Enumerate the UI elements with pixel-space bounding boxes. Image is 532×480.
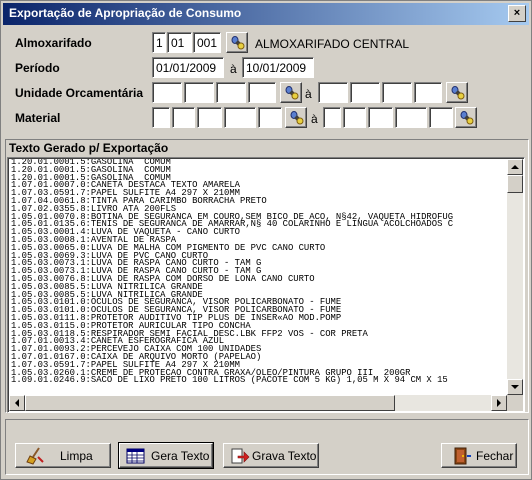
- binoculars-icon: [290, 111, 304, 125]
- title-bar: Exportação de Apropriação de Consumo ×: [3, 3, 529, 25]
- limpa-button-label: Limpa: [60, 449, 93, 463]
- almoxarifado-code1-field[interactable]: 1: [152, 32, 166, 53]
- material-label: Material: [15, 111, 61, 125]
- scroll-down-button[interactable]: [507, 379, 523, 395]
- periodo-separator: à: [230, 62, 237, 76]
- unidade-to-field-4[interactable]: [414, 82, 442, 103]
- periodo-label: Período: [15, 61, 60, 75]
- binoculars-icon: [231, 36, 245, 50]
- vertical-scroll-thumb[interactable]: [507, 175, 523, 193]
- unidade-label: Unidade Orcamentária: [15, 86, 144, 100]
- window-title: Exportação de Apropriação de Consumo: [9, 6, 242, 20]
- scrollbar-corner: [507, 395, 523, 411]
- binoculars-icon: [285, 86, 299, 100]
- unidade-from-search-button[interactable]: [280, 82, 302, 103]
- horizontal-scrollbar[interactable]: [9, 395, 507, 411]
- fechar-button-label: Fechar: [476, 449, 514, 463]
- close-button[interactable]: ×: [508, 5, 526, 22]
- unidade-to-search-button[interactable]: [446, 82, 468, 103]
- almoxarifado-name: ALMOXARIFADO CENTRAL: [255, 37, 410, 51]
- arrow-right-icon: [497, 399, 501, 407]
- door-exit-icon: [454, 447, 471, 465]
- vertical-scrollbar[interactable]: [507, 159, 523, 395]
- unidade-to-field-3[interactable]: [382, 82, 412, 103]
- broom-icon: [26, 447, 44, 465]
- unidade-from-field-4[interactable]: [248, 82, 276, 103]
- material-from-field-3[interactable]: [197, 107, 222, 128]
- material-from-field-1[interactable]: [152, 107, 170, 128]
- grava-texto-button-label: Grava Texto: [252, 449, 317, 463]
- arrow-left-icon: [15, 399, 19, 407]
- almoxarifado-label: Almoxarifado: [15, 36, 92, 50]
- output-textarea[interactable]: 1.20.01.0001.5:GASOLINA COMUM 1.20.01.000…: [7, 157, 525, 413]
- unidade-to-field-1[interactable]: [318, 82, 348, 103]
- unidade-from-field-3[interactable]: [216, 82, 246, 103]
- arrow-up-icon: [511, 165, 519, 169]
- material-to-field-5[interactable]: [429, 107, 453, 128]
- output-label: Texto Gerado p/ Exportação: [9, 141, 169, 155]
- material-from-search-button[interactable]: [285, 107, 307, 128]
- grava-texto-button[interactable]: Grava Texto: [223, 443, 319, 468]
- scroll-up-button[interactable]: [507, 159, 523, 175]
- almoxarifado-code3-field[interactable]: 001: [193, 32, 221, 53]
- binoculars-icon: [460, 111, 474, 125]
- material-separator: à: [311, 112, 318, 126]
- material-to-search-button[interactable]: [455, 107, 477, 128]
- output-text: 1.20.01.0001.5:GASOLINA COMUM 1.20.01.000…: [11, 159, 507, 395]
- almoxarifado-search-button[interactable]: [226, 32, 248, 53]
- output-line: 1.09.01.0246.9:SACO DE LIXO PRETO 100 LI…: [11, 375, 448, 386]
- material-from-field-4[interactable]: [224, 107, 256, 128]
- export-arrow-icon: [231, 448, 250, 464]
- almoxarifado-code2-field[interactable]: 01: [167, 32, 192, 53]
- arrow-down-icon: [511, 385, 519, 389]
- material-from-field-5[interactable]: [258, 107, 282, 128]
- material-to-field-2[interactable]: [343, 107, 366, 128]
- material-to-field-4[interactable]: [395, 107, 427, 128]
- horizontal-scroll-thumb[interactable]: [25, 395, 395, 411]
- unidade-from-field-2[interactable]: [184, 82, 214, 103]
- periodo-start-field[interactable]: 01/01/2009: [152, 57, 224, 78]
- gera-texto-button[interactable]: Gera Texto: [118, 442, 214, 469]
- material-to-field-1[interactable]: [323, 107, 341, 128]
- gera-texto-button-label: Gera Texto: [151, 449, 210, 463]
- binoculars-icon: [451, 86, 465, 100]
- limpa-button[interactable]: Limpa: [15, 443, 111, 468]
- table-icon: [126, 448, 145, 464]
- scroll-right-button[interactable]: [491, 395, 507, 411]
- scroll-left-button[interactable]: [9, 395, 25, 411]
- periodo-end-field[interactable]: 10/01/2009: [242, 57, 314, 78]
- material-from-field-2[interactable]: [172, 107, 195, 128]
- material-to-field-3[interactable]: [368, 107, 393, 128]
- export-window: Exportação de Apropriação de Consumo × A…: [0, 0, 532, 480]
- fechar-button[interactable]: Fechar: [441, 443, 517, 468]
- unidade-separator: à: [305, 87, 312, 101]
- unidade-to-field-2[interactable]: [350, 82, 380, 103]
- unidade-from-field-1[interactable]: [152, 82, 182, 103]
